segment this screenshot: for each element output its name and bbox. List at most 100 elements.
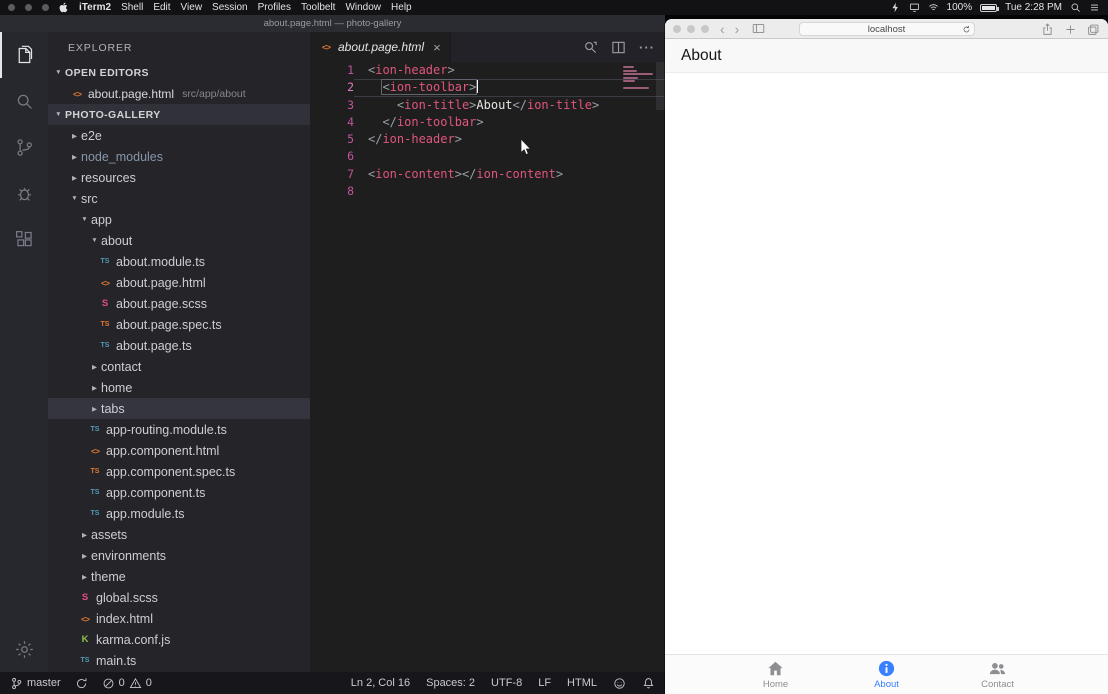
tree-item-karma-conf-js[interactable]: Kkarma.conf.js: [48, 629, 310, 650]
web-page: About Home About Contact: [665, 39, 1108, 694]
encoding-setting[interactable]: UTF-8: [491, 677, 522, 689]
debug-icon[interactable]: [0, 170, 48, 216]
tree-item-app-module-ts[interactable]: TSapp.module.ts: [48, 503, 310, 524]
traffic-light-zoom[interactable]: [701, 25, 709, 33]
tree-item-app-component-spec-ts[interactable]: TSapp.component.spec.ts: [48, 461, 310, 482]
scss-file-icon: S: [78, 591, 92, 605]
problems-indicator[interactable]: 0 0: [102, 677, 152, 690]
address-bar[interactable]: localhost: [799, 22, 975, 36]
display-status-icon[interactable]: [909, 2, 920, 13]
settings-gear-icon[interactable]: [0, 626, 48, 672]
bolt-status-icon[interactable]: [890, 2, 901, 13]
code-line-8[interactable]: 8: [310, 183, 665, 200]
close-tab-icon[interactable]: ×: [433, 41, 441, 54]
split-editor-icon[interactable]: [611, 40, 626, 55]
chevron-down-icon: ▼: [52, 111, 65, 118]
menu-app-name[interactable]: iTerm2: [79, 2, 111, 13]
more-actions-icon[interactable]: ···: [639, 40, 655, 55]
sync-button[interactable]: [75, 677, 88, 690]
vscode-title-bar[interactable]: about.page.html — photo-gallery: [0, 15, 665, 32]
tree-item-resources[interactable]: ▶resources: [48, 167, 310, 188]
git-branch-indicator[interactable]: master: [10, 677, 61, 690]
tree-item-about-page-ts[interactable]: TSabout.page.ts: [48, 335, 310, 356]
macos-menu-bar: iTerm2 Shell Edit View Session Profiles …: [0, 0, 1108, 15]
language-mode[interactable]: HTML: [567, 677, 597, 689]
minimap[interactable]: [623, 66, 653, 94]
sync-icon: [75, 677, 88, 690]
menu-session[interactable]: Session: [212, 2, 248, 13]
tree-item-about-module-ts[interactable]: TSabout.module.ts: [48, 251, 310, 272]
menu-edit[interactable]: Edit: [153, 2, 170, 13]
indentation-setting[interactable]: Spaces: 2: [426, 677, 475, 689]
traffic-light-minimize[interactable]: [687, 25, 695, 33]
code-line-7[interactable]: 7<ion-content></ion-content>: [310, 166, 665, 183]
tree-item-node-modules[interactable]: ▶node_modules: [48, 146, 310, 167]
code-editor[interactable]: 1<ion-header>2 <ion-toolbar>3 <ion-title…: [310, 62, 665, 672]
tree-item-app-component-ts[interactable]: TSapp.component.ts: [48, 482, 310, 503]
tree-item-about[interactable]: ▼about: [48, 230, 310, 251]
tab-about[interactable]: About: [831, 655, 942, 694]
open-editors-header[interactable]: ▼ OPEN EDITORS: [48, 62, 310, 83]
tree-item-main-ts[interactable]: TSmain.ts: [48, 650, 310, 671]
tree-item-theme[interactable]: ▶theme: [48, 566, 310, 587]
traffic-light-minimize[interactable]: [25, 4, 32, 11]
tree-item-about-page-scss[interactable]: Sabout.page.scss: [48, 293, 310, 314]
menu-profiles[interactable]: Profiles: [258, 2, 291, 13]
cursor-position[interactable]: Ln 2, Col 16: [351, 677, 410, 689]
code-line-2[interactable]: 2 <ion-toolbar>: [310, 79, 665, 96]
traffic-light-close[interactable]: [673, 25, 681, 33]
notifications-bell-icon[interactable]: [642, 677, 655, 690]
find-in-file-icon[interactable]: [583, 40, 598, 55]
menu-shell[interactable]: Shell: [121, 2, 143, 13]
explorer-icon[interactable]: [0, 32, 48, 78]
menu-bar-clock[interactable]: Tue 2:28 PM: [1005, 2, 1062, 13]
spotlight-search-icon[interactable]: [1070, 2, 1081, 13]
new-tab-icon[interactable]: [1064, 23, 1077, 36]
tree-item-tabs[interactable]: ▶tabs: [48, 398, 310, 419]
tree-item-app-component-html[interactable]: <>app.component.html: [48, 440, 310, 461]
tree-item-index-html[interactable]: <>index.html: [48, 608, 310, 629]
refresh-icon[interactable]: [962, 25, 971, 34]
tree-item-about-page-html[interactable]: <>about.page.html: [48, 272, 310, 293]
notification-center-icon[interactable]: [1089, 2, 1100, 13]
traffic-light-close[interactable]: [8, 4, 15, 11]
search-icon[interactable]: [0, 78, 48, 124]
forward-button[interactable]: ›: [730, 22, 745, 36]
tab-about-page-html[interactable]: <> about.page.html ×: [310, 32, 451, 62]
tree-item-src[interactable]: ▼src: [48, 188, 310, 209]
tree-item-e2e[interactable]: ▶e2e: [48, 125, 310, 146]
tab-home[interactable]: Home: [720, 655, 831, 694]
code-line-6[interactable]: 6: [310, 148, 665, 165]
sidebar-toggle-icon[interactable]: [752, 22, 765, 35]
tree-item-global-scss[interactable]: Sglobal.scss: [48, 587, 310, 608]
tree-item-contact[interactable]: ▶contact: [48, 356, 310, 377]
tree-item-environments[interactable]: ▶environments: [48, 545, 310, 566]
code-line-5[interactable]: 5</ion-header>: [310, 131, 665, 148]
menu-help[interactable]: Help: [391, 2, 412, 13]
open-editor-about-page-html[interactable]: <> about.page.html src/app/about: [48, 83, 310, 104]
tree-item-home[interactable]: ▶home: [48, 377, 310, 398]
code-line-3[interactable]: 3 <ion-title>About</ion-title>: [310, 97, 665, 114]
eol-setting[interactable]: LF: [538, 677, 551, 689]
extensions-icon[interactable]: [0, 216, 48, 262]
tree-item-app[interactable]: ▼app: [48, 209, 310, 230]
source-control-icon[interactable]: [0, 124, 48, 170]
tree-item-assets[interactable]: ▶assets: [48, 524, 310, 545]
menu-window[interactable]: Window: [345, 2, 381, 13]
tab-contact[interactable]: Contact: [942, 655, 1053, 694]
share-icon[interactable]: [1041, 23, 1054, 36]
back-button[interactable]: ‹: [715, 22, 730, 36]
feedback-smiley-icon[interactable]: [613, 677, 626, 690]
apple-menu-icon[interactable]: [59, 2, 69, 13]
editor-scrollbar[interactable]: [656, 62, 665, 110]
menu-toolbelt[interactable]: Toolbelt: [301, 2, 335, 13]
wifi-status-icon[interactable]: [928, 2, 939, 13]
code-line-4[interactable]: 4 </ion-toolbar>: [310, 114, 665, 131]
code-line-1[interactable]: 1<ion-header>: [310, 62, 665, 79]
traffic-light-zoom[interactable]: [42, 4, 49, 11]
menu-view[interactable]: View: [181, 2, 203, 13]
tree-item-about-page-spec-ts[interactable]: TSabout.page.spec.ts: [48, 314, 310, 335]
tab-overview-icon[interactable]: [1087, 23, 1100, 36]
project-section-header[interactable]: ▼ PHOTO-GALLERY: [48, 104, 310, 125]
tree-item-app-routing-module-ts[interactable]: TSapp-routing.module.ts: [48, 419, 310, 440]
